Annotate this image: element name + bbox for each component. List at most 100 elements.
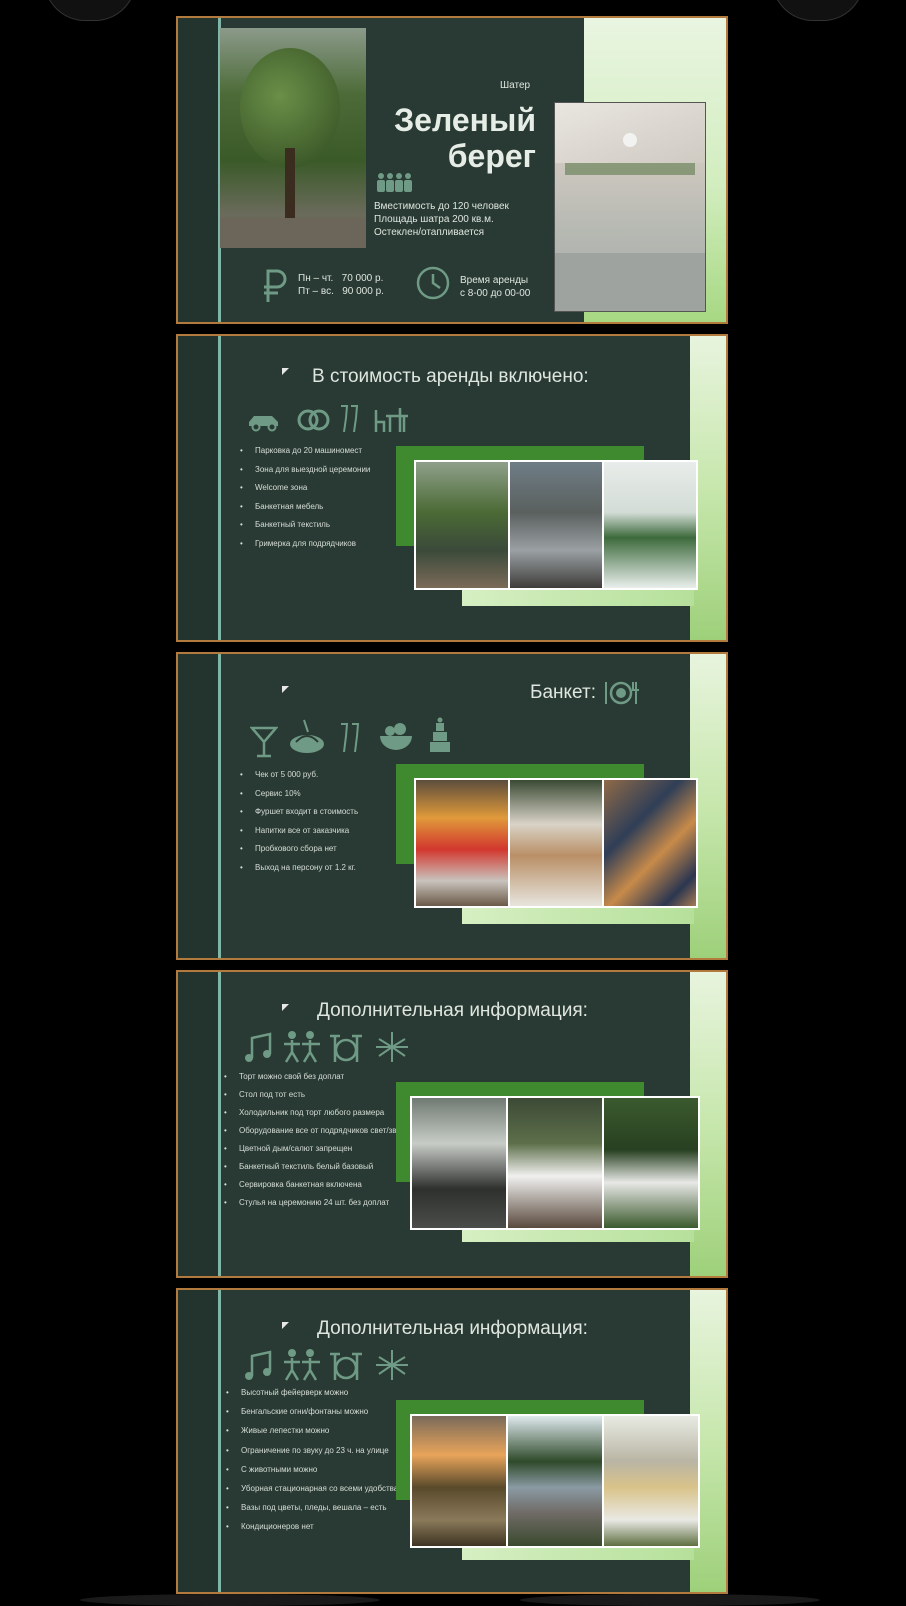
left-line — [218, 336, 221, 640]
slide1-tag: Шатер — [500, 80, 531, 91]
list-item: Выход на персону от 1.2 кг. — [240, 863, 358, 873]
list-item: Банкетная мебель — [240, 502, 370, 512]
left-band — [178, 654, 218, 958]
food-icon — [288, 716, 326, 756]
left-band — [178, 18, 218, 322]
list-item: Фуршет входит в стоимость — [240, 807, 358, 817]
price-table: Пн – чт. 70 000 р. Пт – вс. 90 000 р. — [298, 272, 384, 298]
ruble-icon — [262, 268, 288, 304]
list-item: Зона для выездной церемонии — [240, 465, 370, 475]
tree-photo — [220, 28, 366, 248]
feature-area: Площадь шатра 200 кв.м. — [374, 214, 494, 225]
extra-info-list: Высотный фейерверк можно Бенгальские огн… — [226, 1388, 408, 1532]
title-line-2: берег — [447, 138, 536, 174]
photo-table-setting — [604, 462, 696, 588]
left-line — [218, 972, 221, 1276]
title-line-1: Зеленый — [394, 102, 536, 138]
bottom-control-left — [80, 1594, 380, 1606]
music-notes-icon — [244, 1350, 276, 1382]
corner-mark — [282, 368, 289, 375]
bottom-control-right — [520, 1594, 820, 1606]
slide-5: Дополнительная информация: Высотный фейе… — [176, 1288, 728, 1594]
list-item: Пробкового сбора нет — [240, 844, 358, 854]
list-item: Чек от 5 000 руб. — [240, 770, 358, 780]
feature-capacity: Вместимость до 120 человек — [374, 201, 509, 212]
list-item: Торт можно свой без доплат — [224, 1072, 404, 1082]
champagne-icon — [338, 722, 362, 754]
list-item: Стулья на церемонию 24 шт. без доплат — [224, 1198, 404, 1208]
cocktail-icon — [250, 726, 278, 758]
photo-fridge — [412, 1098, 506, 1228]
included-list: Парковка до 20 машиномест Зона для выезд… — [240, 446, 370, 549]
list-item: Живые лепестки можно — [226, 1426, 408, 1436]
photo-pier — [508, 1416, 602, 1546]
photo-strip — [414, 778, 698, 908]
tent-interior-photo — [554, 102, 706, 312]
photo-cake-table — [508, 1098, 602, 1228]
banquet-list: Чек от 5 000 руб. Сервис 10% Фуршет вход… — [240, 770, 358, 873]
price-value: 70 000 р. — [341, 273, 384, 284]
list-item: Бенгальские огни/фонтаны можно — [226, 1407, 408, 1417]
music-notes-icon — [244, 1032, 276, 1064]
photo-glass-rack — [604, 1416, 698, 1546]
left-band — [178, 972, 218, 1276]
drums-icon — [328, 1030, 364, 1064]
list-item: Сервировка банкетная включена — [224, 1180, 404, 1190]
dancers-icon — [282, 1030, 322, 1064]
list-item: Кондиционеров нет — [226, 1522, 408, 1532]
feature-glazed: Остеклен/отапливается — [374, 227, 485, 238]
left-line — [218, 1290, 221, 1592]
fireworks-icon — [372, 1348, 412, 1382]
left-band — [178, 1290, 218, 1592]
top-left-control — [44, 0, 136, 21]
photo-appetizers — [604, 780, 696, 906]
cake-icon — [426, 716, 454, 754]
price-row-weekdays: Пн – чт. 70 000 р. — [298, 272, 384, 285]
rent-time-value: с 8-00 до 00-00 — [460, 288, 531, 299]
slide5-title: Дополнительная информация: — [317, 1318, 588, 1339]
slide-2: В стоимость аренды включено: Парковка до… — [176, 334, 728, 642]
slide-1: Шатер Зеленый берег Вместимость до 120 ч… — [176, 16, 728, 324]
clock-icon — [416, 266, 450, 300]
list-item: Вазы под цветы, пледы, вешала – есть — [226, 1503, 408, 1513]
plate-cutlery-icon — [602, 680, 640, 706]
photo-flowers-food — [510, 780, 602, 906]
photo-strip — [414, 460, 698, 590]
fireworks-icon — [372, 1030, 412, 1064]
list-item: Парковка до 20 машиномест — [240, 446, 370, 456]
list-item: С животными можно — [226, 1465, 408, 1475]
list-item: Стол под тот есть — [224, 1090, 404, 1100]
furniture-icon — [374, 406, 410, 434]
photo-cocktails — [416, 780, 508, 906]
corner-mark — [282, 1322, 289, 1329]
photo-strip — [410, 1414, 700, 1548]
drums-icon — [328, 1348, 364, 1382]
left-line — [218, 654, 221, 958]
people-icon — [376, 172, 414, 194]
list-item: Сервис 10% — [240, 789, 358, 799]
slide4-title: Дополнительная информация: — [317, 1000, 588, 1021]
list-item: Напитки все от заказчика — [240, 826, 358, 836]
rent-time: Время аренды с 8-00 до 00-00 — [460, 274, 530, 300]
champagne-icon — [338, 404, 360, 434]
price-row-weekend: Пт – вс. 90 000 р. — [298, 285, 384, 298]
rings-icon — [296, 406, 332, 432]
slide-4: Дополнительная информация: Торт можно св… — [176, 970, 728, 1278]
price-value: 90 000 р. — [342, 286, 384, 297]
photo-chairs — [510, 462, 602, 588]
photo-strip — [410, 1096, 700, 1230]
left-band — [178, 336, 218, 640]
list-item: Холодильник под торт любого размера — [224, 1108, 404, 1118]
corner-mark — [282, 686, 289, 693]
slide3-title: Банкет: — [530, 682, 596, 703]
dancers-icon — [282, 1348, 322, 1382]
list-item: Гримерка для подрядчиков — [240, 539, 370, 549]
photo-sunset-field — [412, 1416, 506, 1546]
fruit-bowl-icon — [378, 720, 414, 752]
slide-3: Банкет: Чек от 5 000 руб. Сервис 10% Фур… — [176, 652, 728, 960]
page-title: Зеленый берег — [378, 102, 536, 174]
list-item: Оборудование все от подрядчиков свет/зву… — [224, 1126, 404, 1136]
extra-info-list: Торт можно свой без доплат Стол под тот … — [224, 1072, 404, 1208]
corner-mark — [282, 1004, 289, 1011]
price-days: Пн – чт. — [298, 273, 334, 284]
